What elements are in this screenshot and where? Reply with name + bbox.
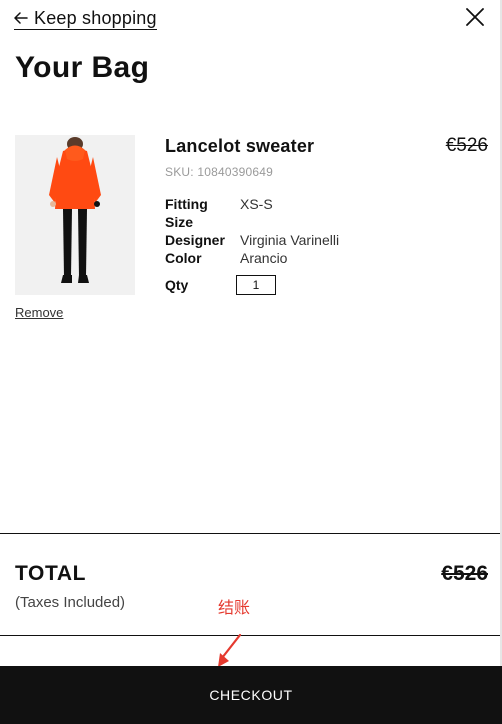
taxes-note: (Taxes Included)	[15, 594, 126, 611]
product-name[interactable]: Lancelot sweater	[165, 135, 314, 157]
keep-shopping-label: Keep shopping	[34, 8, 157, 28]
shopping-bag-panel: Keep shopping Your Bag Remove Lancelot s…	[0, 0, 502, 724]
close-button[interactable]	[466, 8, 484, 26]
attr-row-fitting: Fitting XS-S	[165, 195, 375, 213]
attr-row-size: Size	[165, 213, 375, 231]
attr-key-color: Color	[165, 250, 202, 266]
quantity-row: Qty 1	[165, 275, 276, 295]
product-photo	[15, 135, 135, 295]
attr-value-fitting: XS-S	[240, 196, 273, 212]
attr-key-designer: Designer	[165, 232, 225, 248]
total-price: €526	[441, 562, 488, 585]
checkout-button[interactable]: CHECKOUT	[0, 666, 502, 724]
red-pointer-arrow-icon	[218, 633, 242, 667]
product-attributes: Fitting XS-S Size Designer Virginia Vari…	[165, 195, 375, 267]
attr-key-size: Size	[165, 214, 194, 230]
total-label: TOTAL	[15, 562, 87, 585]
attr-value-color: Arancio	[240, 250, 288, 266]
product-price: €526	[445, 135, 488, 156]
attr-row-color: Color Arancio	[165, 249, 375, 267]
attr-row-designer: Designer Virginia Varinelli	[165, 231, 375, 249]
summary-divider-bottom	[0, 635, 500, 636]
attr-key-fitting: Fitting	[165, 196, 208, 212]
summary-divider-top	[0, 533, 500, 534]
remove-item-link[interactable]: Remove	[15, 305, 63, 320]
arrow-left-icon	[14, 12, 28, 24]
page-title: Your Bag	[15, 51, 150, 84]
product-sku: SKU: 10840390649	[165, 165, 273, 179]
attr-value-designer: Virginia Varinelli	[240, 232, 340, 248]
keep-shopping-link[interactable]: Keep shopping	[14, 8, 157, 30]
product-image[interactable]	[15, 135, 135, 295]
quantity-label: Qty	[165, 277, 189, 293]
quantity-input[interactable]: 1	[236, 275, 276, 295]
annotation-label: 结账	[218, 598, 251, 617]
close-icon	[466, 8, 484, 26]
